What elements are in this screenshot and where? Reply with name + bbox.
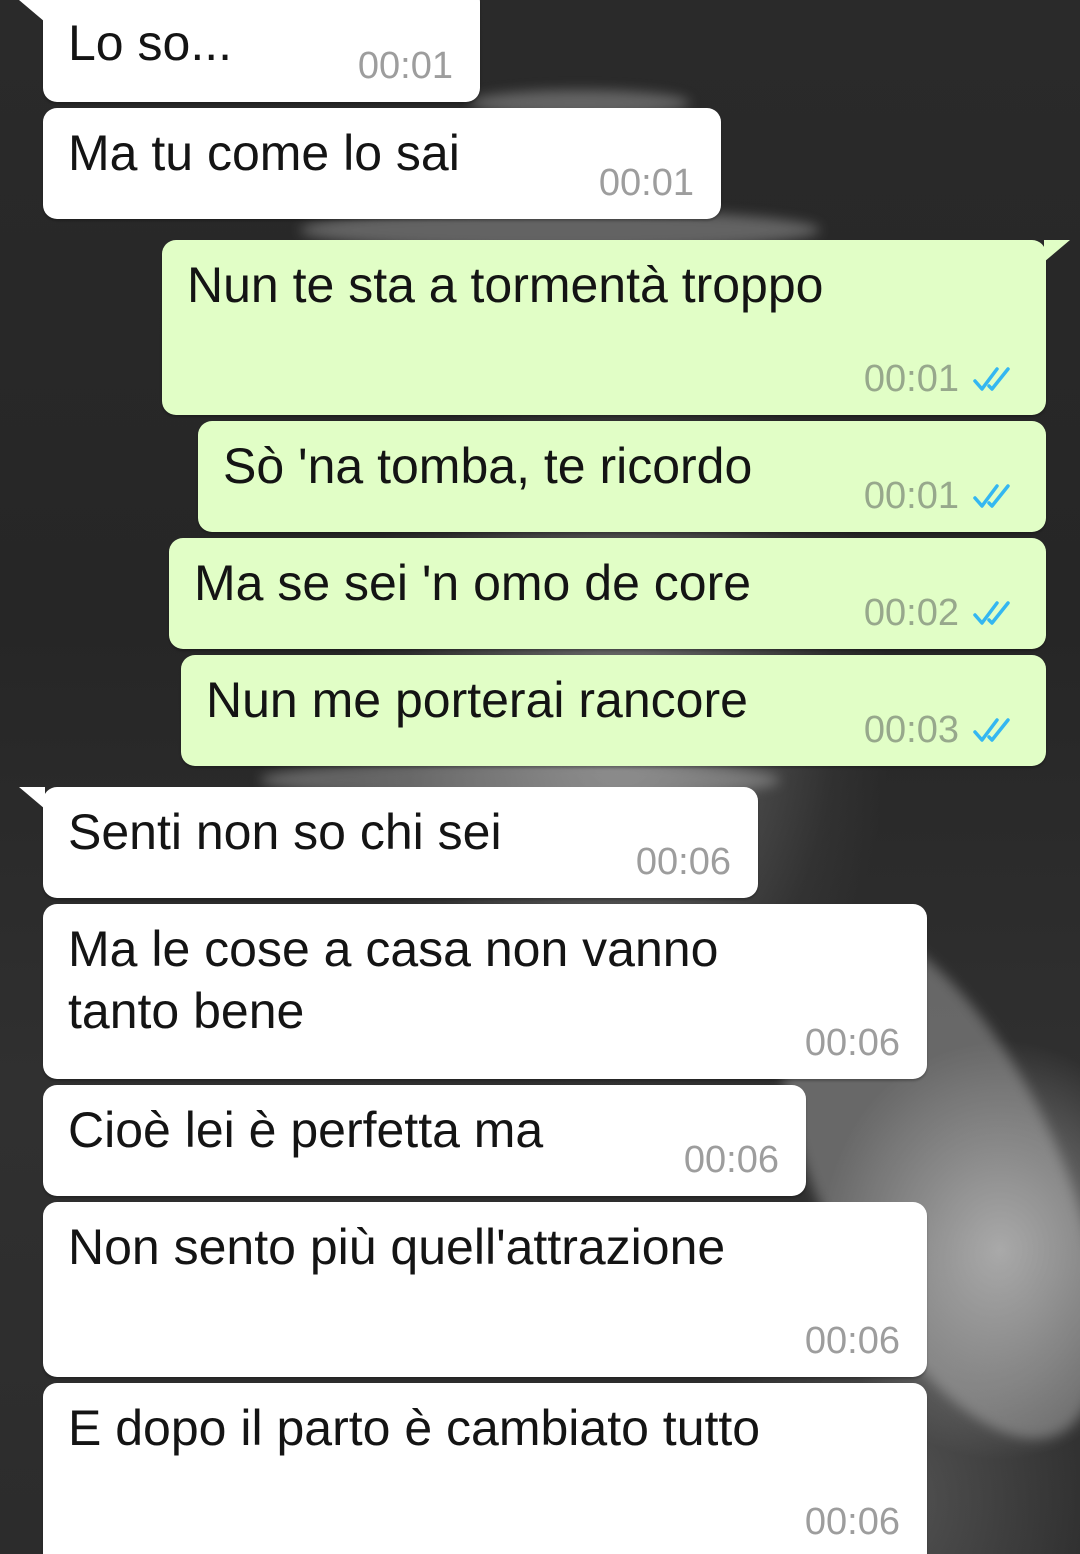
message-bubble-incoming[interactable]: Cioè lei è perfetta ma 00:06 (43, 1085, 806, 1196)
message-meta: 00:06 (636, 840, 731, 884)
message-bubble-incoming[interactable]: Non sento più quell'attrazione 00:06 (43, 1202, 927, 1377)
message-meta: 00:01 (864, 474, 1019, 518)
message-meta: 00:03 (864, 708, 1019, 752)
message-text: E dopo il parto è cambiato tutto (68, 1400, 761, 1456)
message-bubble-outgoing[interactable]: Ma se sei 'n omo de core 00:02 (169, 538, 1046, 649)
double-check-icon (973, 718, 1010, 742)
message-bubble-outgoing[interactable]: Nun te sta a tormentà troppo 00:01 (162, 240, 1070, 415)
message-meta: 00:01 (864, 357, 1019, 401)
bubble-tail (19, 787, 45, 809)
double-check-icon (973, 367, 1010, 391)
message-meta: 00:01 (599, 161, 694, 205)
message-text: Ma le cose a casa non vanno tanto bene (68, 921, 719, 1039)
message-bubble-incoming[interactable]: Ma le cose a casa non vanno tanto bene 0… (43, 904, 927, 1079)
message-time: 00:06 (635, 841, 731, 883)
message-meta: 00:06 (684, 1138, 779, 1182)
message-bubble-incoming[interactable]: Ma tu come lo sai 00:01 (43, 108, 721, 219)
message-text: Senti non so chi sei (68, 804, 502, 860)
message-bubble-outgoing[interactable]: Sò 'na tomba, te ricordo 00:01 (198, 421, 1046, 532)
message-bubble-incoming[interactable]: E dopo il parto è cambiato tutto 00:06 (43, 1383, 927, 1554)
message-time: 00:01 (357, 45, 453, 87)
message-bubble-outgoing[interactable]: Nun me porterai rancore 00:03 (181, 655, 1046, 766)
message-text: Ma tu come lo sai (68, 125, 460, 181)
message-meta: 00:06 (805, 1500, 900, 1544)
message-meta: 00:02 (864, 591, 1019, 635)
message-time: 00:06 (804, 1320, 900, 1362)
message-bubble-incoming[interactable]: Lo so... 00:01 (19, 0, 480, 102)
message-time: 00:01 (598, 162, 694, 204)
message-text: Nun me porterai rancore (206, 672, 748, 728)
message-time: 00:02 (863, 592, 959, 634)
message-text: Cioè lei è perfetta ma (68, 1102, 544, 1158)
message-time: 00:06 (804, 1022, 900, 1064)
message-meta: 00:01 (358, 44, 453, 88)
message-time: 00:03 (863, 709, 959, 751)
message-time: 00:01 (863, 475, 959, 517)
message-text: Nun te sta a tormentà troppo (187, 257, 824, 313)
double-check-icon (973, 484, 1010, 508)
bubble-tail (1044, 240, 1070, 262)
message-meta: 00:06 (805, 1021, 900, 1065)
message-list[interactable]: Lo so... 00:01 Ma tu come lo sai 00:01 N… (0, 0, 1080, 1554)
message-time: 00:06 (683, 1139, 779, 1181)
message-time: 00:01 (863, 358, 959, 400)
bubble-tail (19, 0, 45, 22)
message-text: Ma se sei 'n omo de core (194, 555, 752, 611)
message-time: 00:06 (804, 1501, 900, 1543)
message-text: Non sento più quell'attrazione (68, 1219, 726, 1275)
double-check-icon (973, 601, 1010, 625)
message-meta: 00:06 (805, 1319, 900, 1363)
message-bubble-incoming[interactable]: Senti non so chi sei 00:06 (19, 787, 758, 898)
message-text: Lo so... (68, 15, 232, 71)
message-text: Sò 'na tomba, te ricordo (223, 438, 753, 494)
